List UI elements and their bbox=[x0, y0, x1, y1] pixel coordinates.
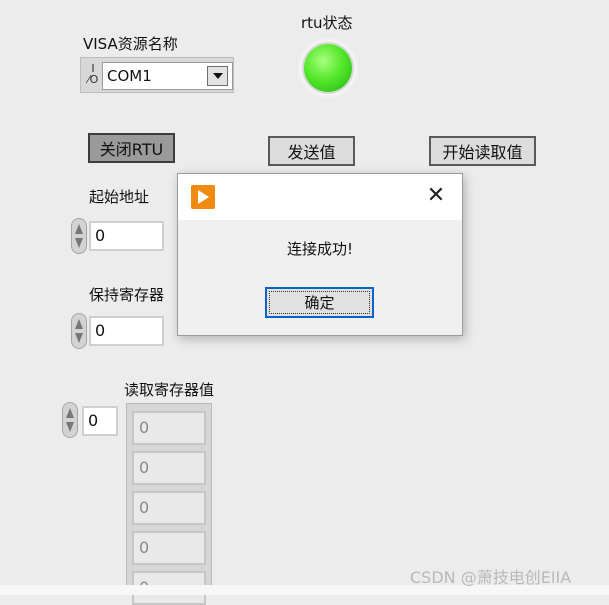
start-read-button[interactable]: 开始读取值 bbox=[429, 136, 536, 166]
visa-resource-value: COM1 bbox=[107, 67, 152, 85]
dialog-message: 连接成功! bbox=[286, 240, 353, 258]
visa-resource-label: VISA资源名称 bbox=[83, 35, 178, 53]
close-rtu-button[interactable]: 关闭RTU bbox=[88, 133, 175, 163]
dialog-titlebar: ✕ bbox=[178, 174, 462, 220]
io-icon: I ⁄O bbox=[87, 62, 99, 86]
decrement-arrow-icon[interactable] bbox=[75, 333, 83, 343]
decrement-arrow-icon[interactable] bbox=[66, 422, 74, 432]
read-register-array: 0 0 0 0 0 bbox=[126, 403, 212, 605]
increment-arrow-icon[interactable] bbox=[75, 319, 83, 329]
rtu-status-led-frame bbox=[296, 36, 360, 100]
array-element: 0 bbox=[132, 531, 206, 565]
ok-button[interactable]: 确定 bbox=[265, 287, 374, 318]
visa-resource-combo[interactable]: I ⁄O COM1 bbox=[80, 57, 234, 93]
labview-app-icon bbox=[191, 185, 215, 209]
message-dialog: ✕ 连接成功! 确定 bbox=[177, 173, 463, 336]
send-value-button[interactable]: 发送值 bbox=[268, 136, 355, 166]
array-index-input[interactable]: 0 bbox=[82, 406, 118, 436]
decrement-arrow-icon[interactable] bbox=[75, 238, 83, 248]
increment-arrow-icon[interactable] bbox=[66, 408, 74, 418]
read-register-label: 读取寄存器值 bbox=[124, 381, 215, 399]
holding-register-stepper[interactable] bbox=[71, 313, 87, 349]
array-element: 0 bbox=[132, 491, 206, 525]
holding-register-label: 保持寄存器 bbox=[89, 286, 165, 304]
start-address-input[interactable]: 0 bbox=[89, 221, 164, 251]
rtu-status-led[interactable] bbox=[304, 44, 352, 92]
watermark-text: CSDN @萧技电创EIIA bbox=[410, 568, 572, 587]
increment-arrow-icon[interactable] bbox=[75, 224, 83, 234]
array-index-stepper[interactable] bbox=[62, 402, 78, 438]
start-address-stepper[interactable] bbox=[71, 218, 87, 254]
holding-register-input[interactable]: 0 bbox=[89, 316, 164, 346]
visa-resource-field[interactable]: COM1 bbox=[102, 62, 233, 90]
array-element: 0 bbox=[132, 451, 206, 485]
array-element: 0 bbox=[132, 411, 206, 445]
close-icon[interactable]: ✕ bbox=[426, 185, 446, 207]
rtu-status-label: rtu状态 bbox=[301, 14, 353, 32]
start-address-label: 起始地址 bbox=[89, 188, 150, 206]
dropdown-arrow-icon[interactable] bbox=[207, 66, 228, 86]
